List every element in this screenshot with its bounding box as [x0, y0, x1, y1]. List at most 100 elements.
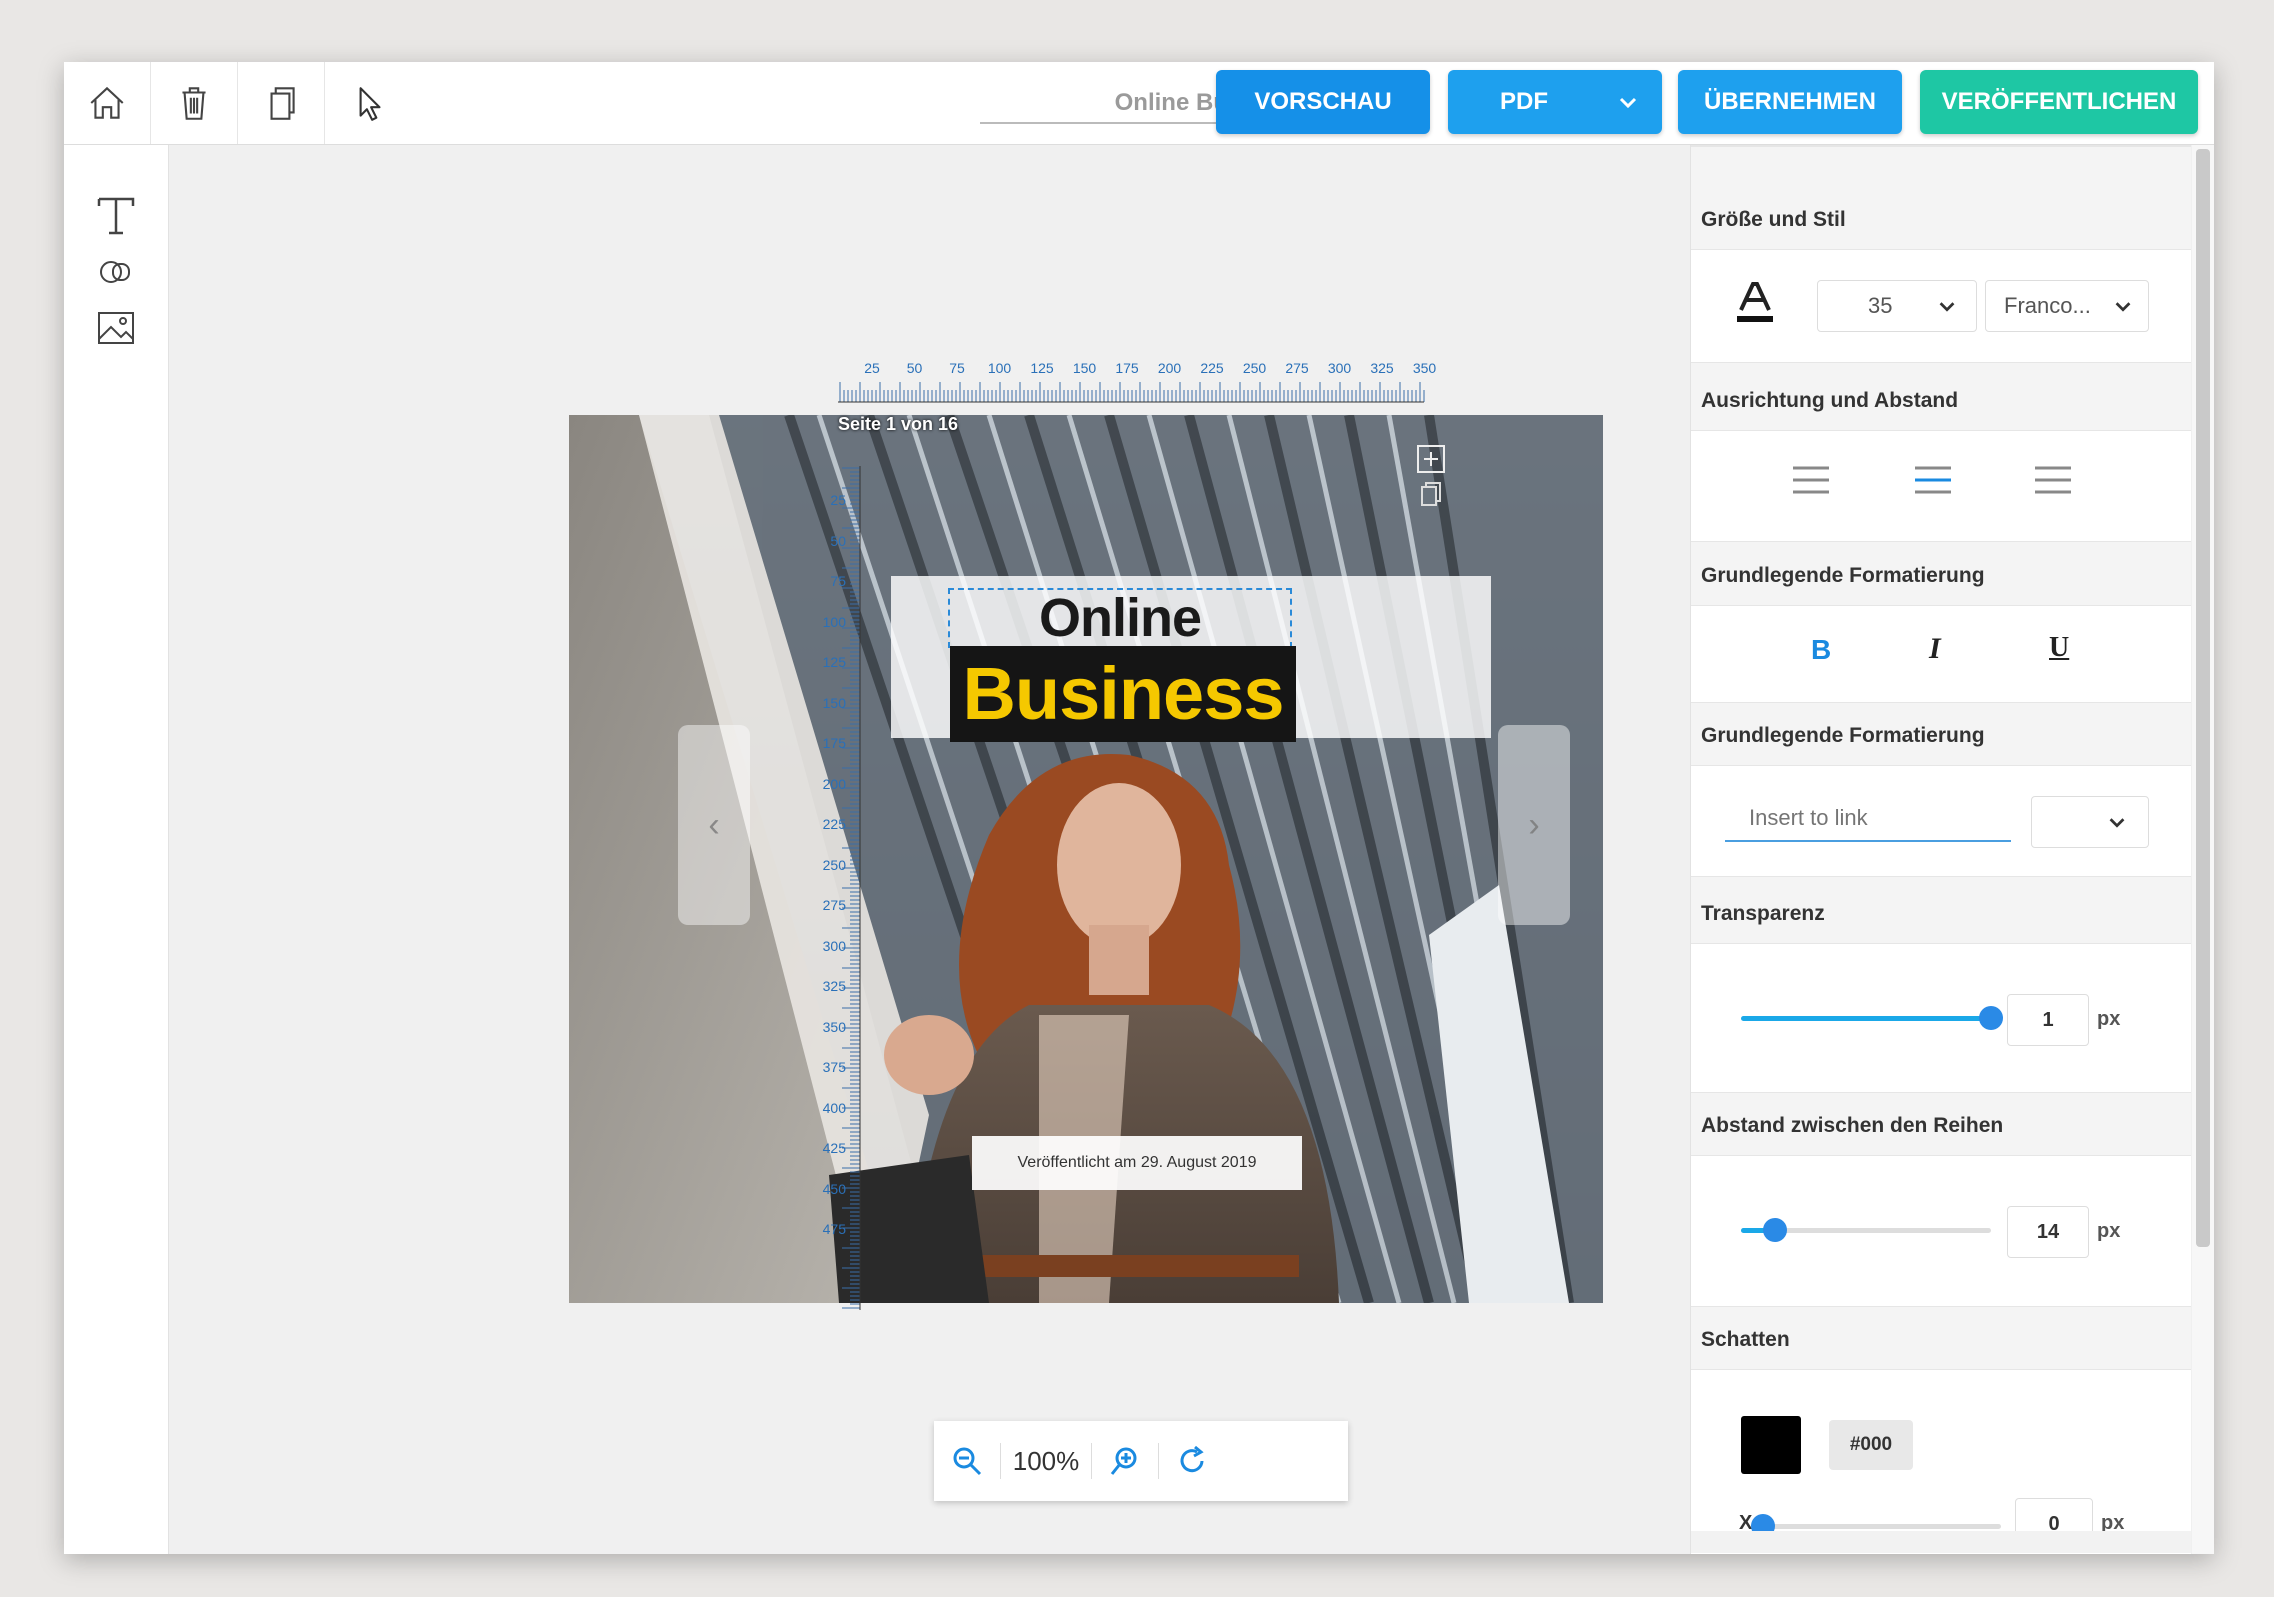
title-text-business[interactable]: Business [950, 646, 1296, 742]
ruler-h-label: 225 [1200, 360, 1224, 376]
section-heading-shadow: Schatten [1701, 1328, 1790, 1351]
italic-toggle[interactable]: I [1929, 632, 1941, 666]
editor-window: Online Busine VORSCHAU PDF ÜBERNEHMEN VE… [64, 62, 2214, 1554]
transparency-slider-knob[interactable] [1979, 1006, 2003, 1030]
size-style-section: 35 Franco... [1691, 249, 2191, 363]
page-indicator: Seite 1 von 16 [838, 414, 959, 434]
ruler-v-label: 75 [830, 573, 846, 589]
chevron-down-icon [2115, 302, 2131, 312]
transparency-unit: px [2097, 1008, 2121, 1030]
page-tools [1416, 444, 1454, 514]
tool-sidebar [64, 145, 169, 1554]
ruler-h-label: 350 [1412, 360, 1437, 376]
font-family-value: Franco... [2004, 293, 2091, 318]
image-tool-icon[interactable] [91, 303, 141, 353]
ruler-h-label: 150 [1072, 360, 1097, 376]
text-tool-icon[interactable] [91, 191, 141, 241]
ruler-v-labels: 25 50 75 100 125 150 175 200 225 250 275 300 325 350 3… [806, 466, 846, 1310]
ruler-h-label: 325 [1370, 360, 1394, 376]
align-left-icon[interactable] [1791, 465, 1831, 495]
shadow-color-value[interactable]: #000 [1829, 1420, 1913, 1470]
pdf-button[interactable]: PDF [1448, 70, 1662, 134]
ruler-v-label: 400 [822, 1099, 846, 1116]
home-icon[interactable] [64, 62, 151, 144]
chevron-right-icon: › [1528, 805, 1540, 844]
add-page-icon[interactable] [1416, 444, 1446, 474]
chevron-down-icon [2109, 818, 2125, 828]
chevron-left-icon: ‹ [708, 805, 720, 844]
ruler-v-label: 300 [822, 937, 846, 954]
section-heading-alignment: Ausrichtung und Abstand [1701, 389, 1959, 412]
section-heading-line-spacing: Abstand zwischen den Reihen [1701, 1114, 2004, 1137]
alignment-section [1691, 430, 2191, 542]
shadow-x-slider-track[interactable] [1757, 1524, 2001, 1529]
transparency-section: 1 px [1691, 943, 2191, 1093]
align-right-icon[interactable] [2033, 465, 2073, 495]
duplicate-icon[interactable] [238, 62, 325, 144]
line-spacing-section: 14 px [1691, 1155, 2191, 1307]
ruler-v-label: 200 [822, 775, 846, 792]
ruler-h-label: 25 [864, 360, 880, 376]
publish-button[interactable]: VERÖFFENTLICHEN [1920, 70, 2198, 134]
font-family-select[interactable]: Franco... [1985, 280, 2149, 332]
transparency-slider-track[interactable] [1741, 1016, 1991, 1021]
scrollbar-thumb[interactable] [2196, 149, 2210, 1247]
prev-page-button[interactable]: ‹ [678, 725, 750, 925]
shapes-tool-icon[interactable] [91, 247, 141, 297]
preview-button[interactable]: VORSCHAU [1216, 70, 1430, 134]
basic-format-section: B I U [1691, 605, 2191, 703]
publish-date-text[interactable]: Veröffentlicht am 29. August 2019 [972, 1136, 1302, 1190]
link-target-select[interactable] [2031, 796, 2149, 848]
size-style-body [1691, 145, 2191, 147]
ruler-h-label: 200 [1157, 360, 1182, 376]
ruler-h-label: 300 [1327, 360, 1352, 376]
line-spacing-value[interactable]: 14 [2007, 1206, 2089, 1258]
zoom-toolbar: 100% [934, 1421, 1348, 1501]
bold-toggle[interactable]: B [1811, 634, 1831, 666]
ruler-v-label: 425 [822, 1140, 846, 1156]
underline-toggle[interactable]: U [2049, 632, 2069, 664]
zoom-out-icon[interactable] [934, 1421, 1000, 1501]
ruler-v-label: 25 [830, 492, 846, 508]
zoom-in-icon[interactable] [1092, 1421, 1158, 1501]
shadow-section: #000 X 0 px [1691, 1369, 2191, 1554]
ruler-v-label: 375 [822, 1059, 846, 1075]
section-heading-size: Größe und Stil [1701, 208, 1846, 231]
cursor-icon[interactable] [326, 62, 412, 144]
ruler-v-label: 100 [822, 613, 846, 630]
ruler-v-label: 175 [822, 735, 846, 751]
ruler-v-label: 150 [822, 694, 846, 711]
ruler-v-label: 250 [822, 856, 846, 873]
next-page-button[interactable]: › [1498, 725, 1570, 925]
ruler-v-label: 50 [830, 532, 846, 549]
title-text-online[interactable]: Online [948, 588, 1292, 648]
ruler-h-label: 175 [1115, 360, 1139, 376]
panel-vertical-scrollbar[interactable] [2192, 145, 2214, 1554]
ruler-h-label: 275 [1285, 360, 1309, 376]
shadow-color-swatch[interactable] [1741, 1416, 1801, 1474]
ruler-v-label: 275 [822, 897, 846, 913]
trash-icon[interactable] [151, 62, 238, 144]
line-spacing-unit: px [2097, 1220, 2121, 1242]
section-heading-link: Grundlegende Formatierung [1701, 724, 1985, 747]
font-color-icon[interactable] [1735, 280, 1775, 324]
section-heading-format: Grundlegende Formatierung [1701, 564, 1985, 587]
font-size-select[interactable]: 35 [1817, 280, 1977, 332]
reset-zoom-icon[interactable] [1159, 1421, 1225, 1501]
transparency-value[interactable]: 1 [2007, 994, 2089, 1046]
panel-horizontal-scrollbar[interactable] [1691, 1531, 2191, 1553]
apply-button[interactable]: ÜBERNEHMEN [1678, 70, 1902, 134]
properties-panel: Größe und Stil 35 Franco... Ausrichtung … [1690, 145, 2191, 1554]
ruler-h-label: 250 [1242, 360, 1267, 376]
align-center-icon[interactable] [1913, 465, 1953, 495]
section-heading-transparency: Transparenz [1701, 902, 1825, 925]
link-input[interactable] [1725, 796, 2011, 842]
line-spacing-slider-knob[interactable] [1763, 1218, 1787, 1242]
chevron-down-icon[interactable] [1616, 90, 1640, 114]
font-size-value: 35 [1868, 293, 1893, 318]
copy-page-icon[interactable] [1416, 479, 1446, 509]
ruler-v-label: 125 [822, 654, 846, 670]
ruler-h-labels: 25 50 75 100 125 150 175 200 225 250 275 300 325 350 [836, 360, 1436, 376]
top-toolbar: Online Busine VORSCHAU PDF ÜBERNEHMEN VE… [64, 62, 2214, 145]
ruler-v-label: 225 [822, 816, 846, 832]
